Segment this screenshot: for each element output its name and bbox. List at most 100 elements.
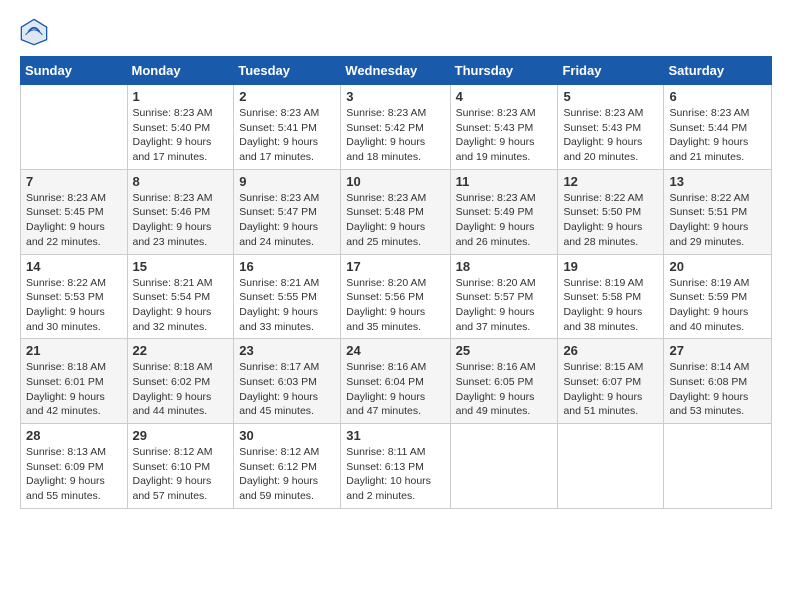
day-number: 7 — [26, 174, 122, 189]
calendar-cell: 18 Sunrise: 8:20 AMSunset: 5:57 PMDayligh… — [450, 254, 558, 339]
calendar-cell: 14 Sunrise: 8:22 AMSunset: 5:53 PMDayligh… — [21, 254, 128, 339]
calendar-cell: 1 Sunrise: 8:23 AMSunset: 5:40 PMDaylight… — [127, 85, 234, 170]
cell-daylight-text: Sunrise: 8:13 AMSunset: 6:09 PMDaylight:… — [26, 445, 122, 504]
cell-daylight-text: Sunrise: 8:22 AMSunset: 5:53 PMDaylight:… — [26, 276, 122, 335]
cell-daylight-text: Sunrise: 8:23 AMSunset: 5:44 PMDaylight:… — [669, 106, 766, 165]
cell-daylight-text: Sunrise: 8:23 AMSunset: 5:41 PMDaylight:… — [239, 106, 335, 165]
day-number: 3 — [346, 89, 444, 104]
calendar-week-row: 14 Sunrise: 8:22 AMSunset: 5:53 PMDayligh… — [21, 254, 772, 339]
day-number: 21 — [26, 343, 122, 358]
weekday-header: Saturday — [664, 57, 772, 85]
header-row — [20, 18, 772, 46]
cell-daylight-text: Sunrise: 8:19 AMSunset: 5:58 PMDaylight:… — [563, 276, 658, 335]
weekday-header: Friday — [558, 57, 664, 85]
weekday-header-row: SundayMondayTuesdayWednesdayThursdayFrid… — [21, 57, 772, 85]
cell-daylight-text: Sunrise: 8:18 AMSunset: 6:01 PMDaylight:… — [26, 360, 122, 419]
cell-daylight-text: Sunrise: 8:12 AMSunset: 6:10 PMDaylight:… — [133, 445, 229, 504]
calendar-cell: 13Sunrise: 8:22 AMSunset: 5:51 PMDayligh… — [664, 169, 772, 254]
day-number: 27 — [669, 343, 766, 358]
cell-daylight-text: Sunrise: 8:23 AMSunset: 5:47 PMDaylight:… — [239, 191, 335, 250]
cell-daylight-text: Sunrise: 8:11 AMSunset: 6:13 PMDaylight:… — [346, 445, 444, 504]
day-number: 9 — [239, 174, 335, 189]
cell-daylight-text: Sunrise: 8:20 AMSunset: 5:57 PMDaylight:… — [456, 276, 553, 335]
day-number: 16 — [239, 259, 335, 274]
day-number: 18 — [456, 259, 553, 274]
calendar-cell: 11 Sunrise: 8:23 AMSunset: 5:49 PMDayligh… — [450, 169, 558, 254]
calendar-cell — [450, 424, 558, 509]
cell-daylight-text: Sunrise: 8:14 AMSunset: 6:08 PMDaylight:… — [669, 360, 766, 419]
calendar-cell: 15 Sunrise: 8:21 AMSunset: 5:54 PMDayligh… — [127, 254, 234, 339]
weekday-header: Monday — [127, 57, 234, 85]
cell-daylight-text: Sunrise: 8:16 AMSunset: 6:04 PMDaylight:… — [346, 360, 444, 419]
day-number: 14 — [26, 259, 122, 274]
day-number: 19 — [563, 259, 658, 274]
calendar-cell: 6 Sunrise: 8:23 AMSunset: 5:44 PMDaylight… — [664, 85, 772, 170]
calendar-week-row: 7 Sunrise: 8:23 AMSunset: 5:45 PMDaylight… — [21, 169, 772, 254]
calendar-week-row: 1 Sunrise: 8:23 AMSunset: 5:40 PMDaylight… — [21, 85, 772, 170]
calendar-cell: 27 Sunrise: 8:14 AMSunset: 6:08 PMDayligh… — [664, 339, 772, 424]
day-number: 28 — [26, 428, 122, 443]
day-number: 5 — [563, 89, 658, 104]
calendar-cell: 31 Sunrise: 8:11 AMSunset: 6:13 PMDayligh… — [341, 424, 450, 509]
day-number: 10 — [346, 174, 444, 189]
logo — [20, 18, 52, 46]
cell-daylight-text: Sunrise: 8:23 AMSunset: 5:42 PMDaylight:… — [346, 106, 444, 165]
day-number: 1 — [133, 89, 229, 104]
day-number: 12 — [563, 174, 658, 189]
weekday-header: Sunday — [21, 57, 128, 85]
day-number: 24 — [346, 343, 444, 358]
day-number: 11 — [456, 174, 553, 189]
calendar-cell: 9 Sunrise: 8:23 AMSunset: 5:47 PMDaylight… — [234, 169, 341, 254]
cell-daylight-text: Sunrise: 8:21 AMSunset: 5:55 PMDaylight:… — [239, 276, 335, 335]
day-number: 8 — [133, 174, 229, 189]
calendar-cell: 21 Sunrise: 8:18 AMSunset: 6:01 PMDayligh… — [21, 339, 128, 424]
calendar-cell: 5Sunrise: 8:23 AMSunset: 5:43 PMDaylight… — [558, 85, 664, 170]
cell-daylight-text: Sunrise: 8:19 AMSunset: 5:59 PMDaylight:… — [669, 276, 766, 335]
calendar-cell: 30 Sunrise: 8:12 AMSunset: 6:12 PMDayligh… — [234, 424, 341, 509]
cell-daylight-text: Sunrise: 8:22 AMSunset: 5:50 PMDaylight:… — [563, 191, 658, 250]
calendar-cell — [21, 85, 128, 170]
cell-daylight-text: Sunrise: 8:23 AMSunset: 5:40 PMDaylight:… — [133, 106, 229, 165]
cell-daylight-text: Sunrise: 8:15 AMSunset: 6:07 PMDaylight:… — [563, 360, 658, 419]
cell-daylight-text: Sunrise: 8:16 AMSunset: 6:05 PMDaylight:… — [456, 360, 553, 419]
calendar-table: SundayMondayTuesdayWednesdayThursdayFrid… — [20, 56, 772, 509]
calendar-week-row: 28 Sunrise: 8:13 AMSunset: 6:09 PMDayligh… — [21, 424, 772, 509]
cell-daylight-text: Sunrise: 8:17 AMSunset: 6:03 PMDaylight:… — [239, 360, 335, 419]
calendar-cell: 12 Sunrise: 8:22 AMSunset: 5:50 PMDayligh… — [558, 169, 664, 254]
calendar-cell: 28 Sunrise: 8:13 AMSunset: 6:09 PMDayligh… — [21, 424, 128, 509]
day-number: 15 — [133, 259, 229, 274]
day-number: 13 — [669, 174, 766, 189]
calendar-cell: 7 Sunrise: 8:23 AMSunset: 5:45 PMDaylight… — [21, 169, 128, 254]
day-number: 23 — [239, 343, 335, 358]
calendar-cell: 26Sunrise: 8:15 AMSunset: 6:07 PMDayligh… — [558, 339, 664, 424]
weekday-header: Tuesday — [234, 57, 341, 85]
calendar-container: SundayMondayTuesdayWednesdayThursdayFrid… — [0, 0, 792, 519]
calendar-cell: 10 Sunrise: 8:23 AMSunset: 5:48 PMDayligh… — [341, 169, 450, 254]
cell-daylight-text: Sunrise: 8:18 AMSunset: 6:02 PMDaylight:… — [133, 360, 229, 419]
calendar-cell: 17Sunrise: 8:20 AMSunset: 5:56 PMDayligh… — [341, 254, 450, 339]
weekday-header: Thursday — [450, 57, 558, 85]
cell-daylight-text: Sunrise: 8:21 AMSunset: 5:54 PMDaylight:… — [133, 276, 229, 335]
cell-daylight-text: Sunrise: 8:20 AMSunset: 5:56 PMDaylight:… — [346, 276, 444, 335]
day-number: 30 — [239, 428, 335, 443]
calendar-cell: 16 Sunrise: 8:21 AMSunset: 5:55 PMDayligh… — [234, 254, 341, 339]
calendar-cell: 22Sunrise: 8:18 AMSunset: 6:02 PMDayligh… — [127, 339, 234, 424]
day-number: 6 — [669, 89, 766, 104]
calendar-cell: 24 Sunrise: 8:16 AMSunset: 6:04 PMDayligh… — [341, 339, 450, 424]
cell-daylight-text: Sunrise: 8:12 AMSunset: 6:12 PMDaylight:… — [239, 445, 335, 504]
calendar-cell: 20 Sunrise: 8:19 AMSunset: 5:59 PMDayligh… — [664, 254, 772, 339]
cell-daylight-text: Sunrise: 8:23 AMSunset: 5:43 PMDaylight:… — [456, 106, 553, 165]
cell-daylight-text: Sunrise: 8:23 AMSunset: 5:45 PMDaylight:… — [26, 191, 122, 250]
cell-daylight-text: Sunrise: 8:23 AMSunset: 5:49 PMDaylight:… — [456, 191, 553, 250]
day-number: 2 — [239, 89, 335, 104]
cell-daylight-text: Sunrise: 8:23 AMSunset: 5:48 PMDaylight:… — [346, 191, 444, 250]
calendar-cell: 3 Sunrise: 8:23 AMSunset: 5:42 PMDaylight… — [341, 85, 450, 170]
day-number: 20 — [669, 259, 766, 274]
calendar-cell: 29Sunrise: 8:12 AMSunset: 6:10 PMDayligh… — [127, 424, 234, 509]
calendar-cell — [558, 424, 664, 509]
cell-daylight-text: Sunrise: 8:23 AMSunset: 5:46 PMDaylight:… — [133, 191, 229, 250]
day-number: 31 — [346, 428, 444, 443]
calendar-cell: 25Sunrise: 8:16 AMSunset: 6:05 PMDayligh… — [450, 339, 558, 424]
calendar-cell: 19 Sunrise: 8:19 AMSunset: 5:58 PMDayligh… — [558, 254, 664, 339]
logo-icon — [20, 18, 48, 46]
